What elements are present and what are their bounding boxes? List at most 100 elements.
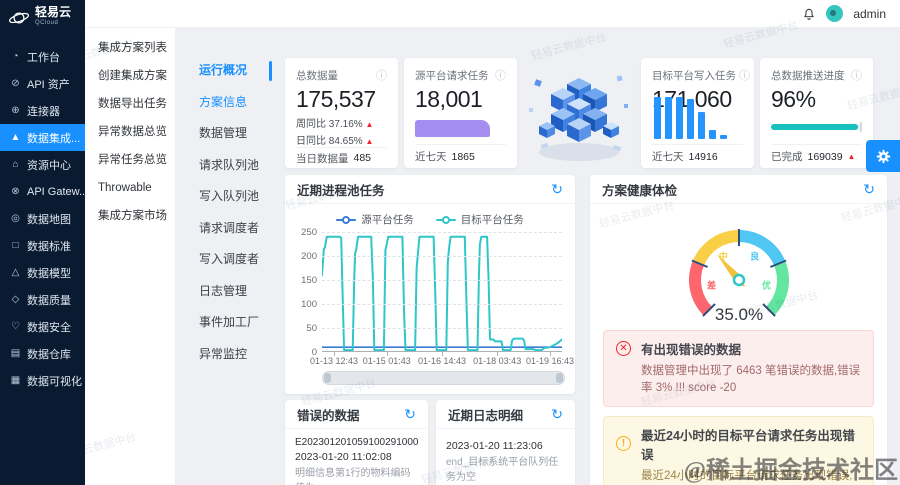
health-check-panel: 方案健康体检 ↻ 差中良优35.0% ✕有出现错误的数据数据管理中出现了 646… xyxy=(590,175,887,485)
y-axis-label: 100 xyxy=(289,299,317,310)
stat-value: 175,537 xyxy=(296,86,387,113)
run-item-request-scheduler[interactable]: 请求调度者 xyxy=(175,213,278,245)
info-icon[interactable]: ⓘ xyxy=(851,67,862,83)
scheme-menu: 集成方案列表创建集成方案数据导出任务异常数据总览异常任务总览Throwable集… xyxy=(85,28,175,485)
up-triangle-icon: ▲ xyxy=(365,120,373,129)
user-avatar[interactable] xyxy=(826,5,843,22)
y-axis-label: 250 xyxy=(289,227,317,238)
info-icon[interactable]: ⓘ xyxy=(739,67,750,83)
square-icon: □ xyxy=(10,240,21,251)
sidebar-item-data-standard[interactable]: □数据标准 xyxy=(0,232,85,259)
scheme-item-plan-list[interactable]: 集成方案列表 xyxy=(85,34,175,62)
scheme-item-export-tasks[interactable]: 数据导出任务 xyxy=(85,90,175,118)
sidebar-item-data-map[interactable]: ◎ 数据地图 xyxy=(0,205,85,232)
error-id: E20230120105910029100063 xyxy=(295,437,418,448)
sidebar-item-data-security[interactable]: ♡数据安全 xyxy=(0,313,85,340)
run-item-log-manage[interactable]: 日志管理 xyxy=(175,276,278,308)
scheme-item-throwable[interactable]: Throwable xyxy=(85,174,175,202)
run-item-plan-info[interactable]: 方案信息 xyxy=(175,87,278,119)
topbar: admin xyxy=(85,0,900,28)
panel-title: 方案健康体检 xyxy=(602,180,677,199)
log-entry[interactable]: 2023-01-20 11:23:06end_目标系统平台队列任务为空 xyxy=(436,429,575,485)
refresh-icon[interactable]: ↻ xyxy=(551,407,563,421)
health-alerts: ✕有出现错误的数据数据管理中出现了 6463 笔错误的数据,错误率 3% !!!… xyxy=(590,330,887,485)
stat-title: 源平台请求任务 xyxy=(415,68,489,83)
notification-bell-icon[interactable] xyxy=(802,7,816,21)
error-entry[interactable]: E20230120105910029100063 2023-01-20 11:02… xyxy=(285,429,428,485)
stat-footer-value: 1865 xyxy=(452,151,475,163)
stat-title: 目标平台写入任务 xyxy=(652,68,736,83)
run-menu: 运行概况方案信息数据管理请求队列池写入队列池请求调度者写入调度者日志管理事件加工… xyxy=(175,28,278,485)
scheme-item-error-data-overview[interactable]: 异常数据总览 xyxy=(85,118,175,146)
run-item-data-manage[interactable]: 数据管理 xyxy=(175,118,278,150)
sidebar-item-data-model[interactable]: △数据模型 xyxy=(0,259,85,286)
warning-circle-icon: ! xyxy=(616,436,631,451)
slider-handle-left[interactable] xyxy=(324,373,331,383)
panel-title: 错误的数据 xyxy=(297,405,360,424)
username-label[interactable]: admin xyxy=(853,7,886,21)
sidebar-item-label: 数据地图 xyxy=(27,211,71,227)
sidebar-item-label: 工作台 xyxy=(27,49,60,65)
sidebar-item-data-integration[interactable]: ▲数据集成... xyxy=(0,124,85,151)
diamond-icon: ◇ xyxy=(10,294,21,305)
scheme-item-create-plan[interactable]: 创建集成方案 xyxy=(85,62,175,90)
log-time: 2023-01-20 11:23:06 xyxy=(446,440,565,452)
info-icon[interactable]: ⓘ xyxy=(495,67,506,83)
brand-sub: QCloud xyxy=(35,18,71,29)
sidebar-item-api-assets[interactable]: ⊘API 资产 xyxy=(0,70,85,97)
legend-marker xyxy=(336,216,356,224)
up-triangle-icon: ▲ xyxy=(365,137,373,146)
sidebar-item-data-warehouse[interactable]: ▤数据仓库 xyxy=(0,340,85,367)
sidebar-item-data-quality[interactable]: ◇ 数据质量 xyxy=(0,286,85,313)
compare-line: 周同比 37.16% ▲ xyxy=(296,115,387,130)
person-icon: ▲ xyxy=(10,132,21,143)
sidebar-item-label: API 资产 xyxy=(27,76,70,92)
sidebar-item-connector[interactable]: ⊕连接器 xyxy=(0,97,85,124)
error-time: 2023-01-20 11:02:08 xyxy=(295,451,418,463)
qcloud-globe-icon xyxy=(8,8,30,28)
sidebar-item-workbench[interactable]: ◔工作台 xyxy=(0,43,85,70)
settings-gear-button[interactable] xyxy=(866,140,900,172)
up-triangle-icon: ▲ xyxy=(848,152,856,161)
alert-title: 有出现错误的数据 xyxy=(641,339,741,358)
run-item-write-scheduler[interactable]: 写入调度者 xyxy=(175,244,278,276)
progress-end-tick xyxy=(860,122,862,132)
panel-title: 近期进程池任务 xyxy=(297,180,385,199)
sidebar-item-resource-center[interactable]: ⌂资源中心 xyxy=(0,151,85,178)
main-sidebar: 轻易云QCloud ◔工作台⊘API 资产⊕连接器▲数据集成...⌂资源中心⊗A… xyxy=(0,0,85,485)
stat-compares: 周同比 37.16% ▲ 日同比 84.65% ▲ xyxy=(296,113,387,147)
info-icon[interactable]: ⓘ xyxy=(376,67,387,83)
sidebar-item-data-visualization[interactable]: ▦数据可视化 xyxy=(0,367,85,394)
alert-description: 最近24小时的目标平台请求任务出现错误,需要检查调目标平台参数是否正确,错误率 … xyxy=(641,468,861,485)
refresh-icon[interactable]: ↻ xyxy=(863,182,875,196)
run-item-run-overview[interactable]: 运行概况 xyxy=(175,55,278,87)
stat-title: 总数据推送进度 xyxy=(771,68,845,83)
sidebar-item-label: 连接器 xyxy=(27,103,60,119)
run-item-event-factory[interactable]: 事件加工厂 xyxy=(175,307,278,339)
slider-handle-right[interactable] xyxy=(556,373,563,383)
legend-item[interactable]: 目标平台任务 xyxy=(436,212,524,227)
house-icon: ⌂ xyxy=(10,159,21,170)
sidebar-item-label: 数据模型 xyxy=(27,265,71,281)
brand-logo[interactable]: 轻易云QCloud xyxy=(0,0,85,35)
refresh-icon[interactable]: ↻ xyxy=(551,182,563,196)
progress-bar xyxy=(771,124,862,130)
stat-title: 总数据量 xyxy=(296,68,338,83)
run-item-request-queue[interactable]: 请求队列池 xyxy=(175,150,278,182)
sidebar-item-label: 数据质量 xyxy=(27,292,71,308)
gateway-icon: ⊗ xyxy=(10,186,21,197)
datazoom-slider[interactable] xyxy=(322,371,565,385)
sidebar-item-api-gateway[interactable]: ⊗API Gatew... xyxy=(0,178,85,205)
globe-icon: ◎ xyxy=(10,213,21,224)
chart-legend: 源平台任务 目标平台任务 xyxy=(285,212,575,227)
stat-card-target-writes: 目标平台写入任务ⓘ 171,060 近七天14916 xyxy=(641,58,754,168)
run-item-error-monitor[interactable]: 异常监控 xyxy=(175,339,278,371)
scheme-item-plan-market[interactable]: 集成方案市场 xyxy=(85,202,175,230)
stat-footer-label: 近七天 xyxy=(415,149,447,164)
refresh-icon[interactable]: ↻ xyxy=(404,407,416,421)
gauge-value: 35.0% xyxy=(714,305,762,324)
run-item-write-queue[interactable]: 写入队列池 xyxy=(175,181,278,213)
scheme-item-error-task-overview[interactable]: 异常任务总览 xyxy=(85,146,175,174)
legend-item[interactable]: 源平台任务 xyxy=(336,212,414,227)
compare-line: 日同比 84.65% ▲ xyxy=(296,132,387,147)
